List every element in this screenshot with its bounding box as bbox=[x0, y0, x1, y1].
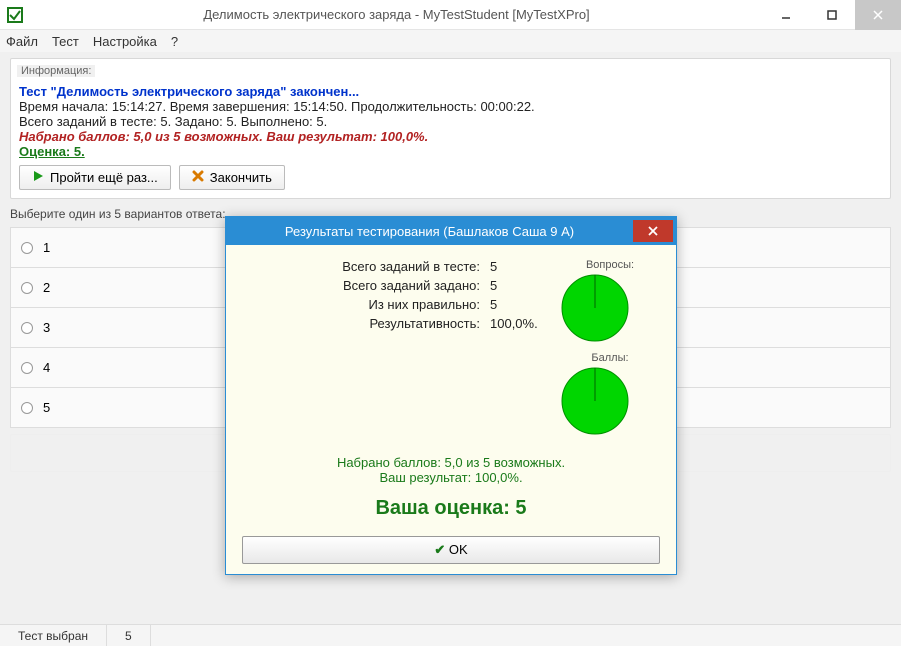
stat-correct-label: Из них правильно: bbox=[242, 297, 490, 312]
window-titlebar: Делимость электрического заряда - MyTest… bbox=[0, 0, 901, 30]
pie-chart-points bbox=[560, 366, 630, 436]
menubar: Файл Тест Настройка ? bbox=[0, 30, 901, 52]
finish-label: Закончить bbox=[210, 170, 272, 185]
radio-icon[interactable] bbox=[21, 242, 33, 254]
play-icon bbox=[32, 170, 44, 185]
stat-total-label: Всего заданий в тесте: bbox=[242, 259, 490, 274]
stat-correct-value: 5 bbox=[490, 297, 560, 312]
results-dialog: Результаты тестирования (Башлаков Саша 9… bbox=[225, 216, 677, 575]
check-icon: ✔ bbox=[434, 542, 445, 557]
option-label: 4 bbox=[43, 360, 50, 375]
status-count: 5 bbox=[107, 625, 151, 646]
option-label: 2 bbox=[43, 280, 50, 295]
retry-label: Пройти ещё раз... bbox=[50, 170, 158, 185]
maximize-button[interactable] bbox=[809, 0, 855, 30]
minimize-button[interactable] bbox=[763, 0, 809, 30]
retry-button[interactable]: Пройти ещё раз... bbox=[19, 165, 171, 190]
info-panel: Информация: Тест "Делимость электрическо… bbox=[10, 58, 891, 199]
close-button[interactable] bbox=[855, 0, 901, 30]
info-section-label: Информация: bbox=[17, 65, 95, 77]
test-finished-title: Тест "Делимость электрического заряда" з… bbox=[19, 84, 882, 99]
stop-icon bbox=[192, 170, 204, 185]
menu-help[interactable]: ? bbox=[171, 34, 178, 49]
stat-asked-label: Всего заданий задано: bbox=[242, 278, 490, 293]
modal-grade: Ваша оценка: 5 bbox=[242, 497, 660, 520]
status-selected: Тест выбран bbox=[0, 625, 107, 646]
pie-chart-questions bbox=[560, 273, 630, 343]
chart-points-label: Баллы: bbox=[560, 352, 660, 364]
modal-score-line: Набрано баллов: 5,0 из 5 возможных. bbox=[242, 455, 660, 470]
time-info: Время начала: 15:14:27. Время завершения… bbox=[19, 99, 882, 114]
statusbar: Тест выбран 5 bbox=[0, 624, 901, 646]
ok-button[interactable]: ✔ OK bbox=[242, 536, 660, 564]
radio-icon[interactable] bbox=[21, 402, 33, 414]
modal-result-line: Ваш результат: 100,0%. bbox=[242, 470, 660, 485]
radio-icon[interactable] bbox=[21, 282, 33, 294]
menu-test[interactable]: Тест bbox=[52, 34, 79, 49]
stat-asked-value: 5 bbox=[490, 278, 560, 293]
ok-label: OK bbox=[449, 542, 468, 557]
chart-questions-label: Вопросы: bbox=[560, 259, 660, 271]
stat-eff-value: 100,0%. bbox=[490, 316, 560, 331]
option-label: 1 bbox=[43, 240, 50, 255]
option-label: 3 bbox=[43, 320, 50, 335]
menu-settings[interactable]: Настройка bbox=[93, 34, 157, 49]
radio-icon[interactable] bbox=[21, 362, 33, 374]
score-info: Набрано баллов: 5,0 из 5 возможных. Ваш … bbox=[19, 129, 882, 144]
radio-icon[interactable] bbox=[21, 322, 33, 334]
window-title: Делимость электрического заряда - MyTest… bbox=[30, 7, 763, 22]
tasks-info: Всего заданий в тесте: 5. Задано: 5. Вып… bbox=[19, 114, 882, 129]
menu-file[interactable]: Файл bbox=[6, 34, 38, 49]
stat-eff-label: Результативность: bbox=[242, 316, 490, 331]
finish-button[interactable]: Закончить bbox=[179, 165, 285, 190]
dialog-close-button[interactable] bbox=[633, 220, 673, 242]
dialog-title: Результаты тестирования (Башлаков Саша 9… bbox=[226, 224, 633, 239]
option-label: 5 bbox=[43, 400, 50, 415]
stat-total-value: 5 bbox=[490, 259, 560, 274]
grade-info: Оценка: 5. bbox=[19, 144, 882, 159]
app-icon bbox=[0, 7, 30, 23]
